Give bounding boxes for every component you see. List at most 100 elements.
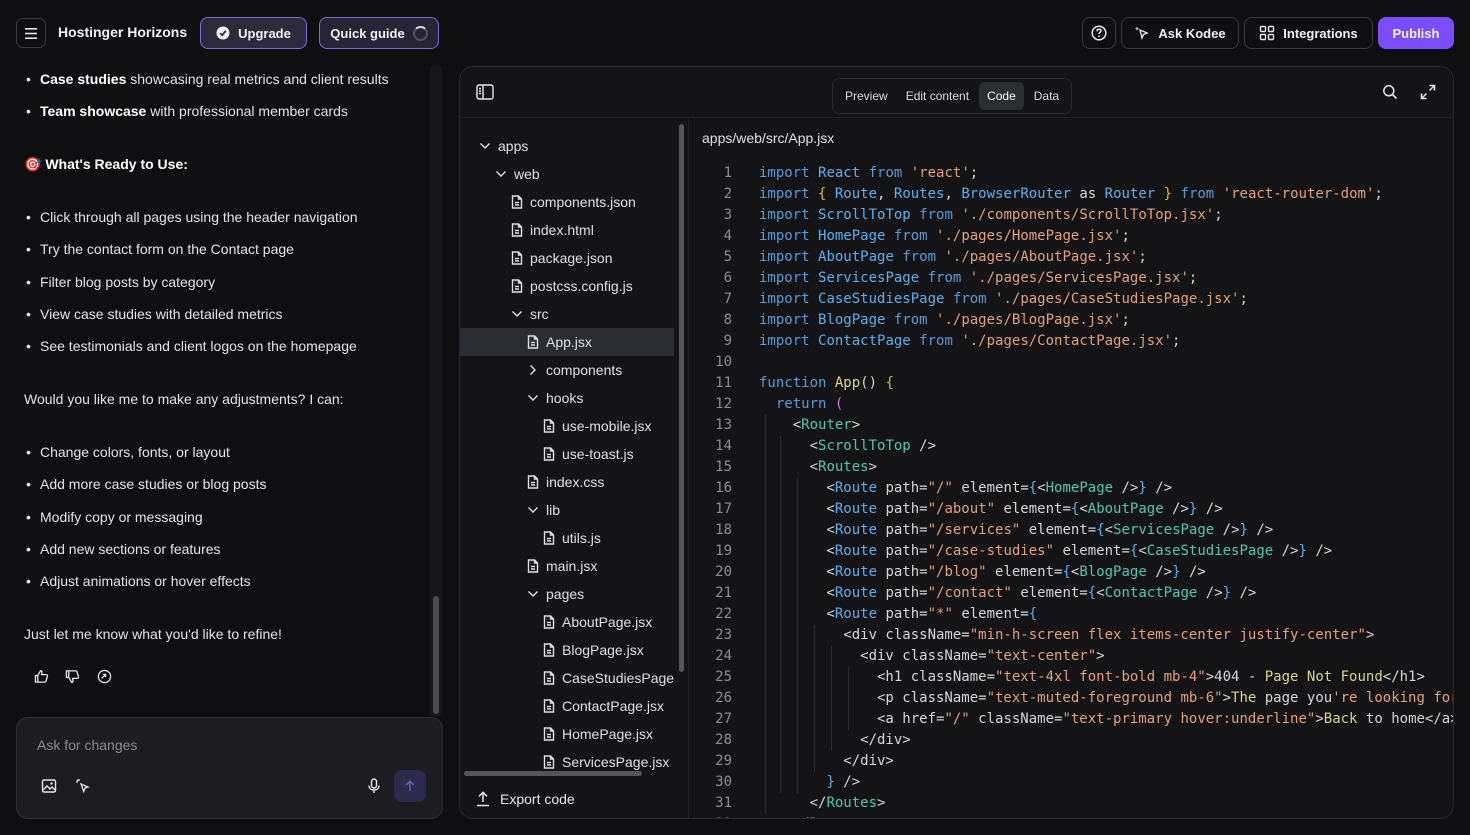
thumbs-down-button[interactable] — [62, 666, 82, 686]
thumbs-up-button[interactable] — [31, 666, 51, 686]
code-token: import — [759, 249, 819, 265]
tree-item-label: package.json — [530, 250, 613, 266]
code-token: } — [1222, 585, 1232, 601]
tree-folder-item[interactable]: hooks — [460, 384, 674, 412]
tree-folder-item[interactable]: lib — [460, 496, 674, 524]
code-text: </div> — [759, 730, 911, 751]
tab-edit-content[interactable]: Edit content — [898, 82, 977, 110]
tree-file-item[interactable]: App.jsx — [460, 328, 674, 356]
tree-file-item[interactable]: use-toast.js — [460, 440, 674, 468]
tree-file-item[interactable]: HomePage.jsx — [460, 720, 674, 748]
tree-folder-item[interactable]: apps — [460, 132, 674, 160]
tree-folder-item[interactable]: pages — [460, 580, 674, 608]
select-element-button[interactable] — [75, 778, 91, 794]
expand-button[interactable] — [1420, 84, 1436, 100]
code-editor[interactable]: 1 import React from 'react'; 2 import { Rou… — [690, 163, 1453, 818]
line-number: 7 — [723, 291, 732, 307]
sidebar-toggle-icon — [476, 84, 494, 100]
tree-vertical-scrollbar[interactable] — [679, 124, 684, 672]
code-token: import — [759, 207, 819, 223]
menu-icon — [25, 27, 37, 39]
composer-placeholder[interactable]: Ask for changes — [37, 737, 137, 753]
code-text: import ContactPage from './pages/Contact… — [759, 331, 1180, 352]
tree-file-item[interactable]: ServicesPage.jsx — [460, 748, 674, 776]
code-token: < — [1037, 480, 1046, 496]
code-token: </h1> — [1382, 669, 1425, 685]
code-token: ; — [969, 165, 979, 181]
tree-file-item[interactable]: BlogPage.jsx — [460, 636, 674, 664]
search-button[interactable] — [1382, 84, 1398, 100]
regenerate-button[interactable] — [94, 666, 114, 686]
tree-file-item[interactable]: utils.js — [460, 524, 674, 552]
search-icon — [1382, 84, 1398, 100]
tree-folder-item[interactable]: web — [460, 160, 674, 188]
tree-file-item[interactable]: package.json — [460, 244, 674, 272]
tab-code[interactable]: Code — [979, 82, 1024, 110]
menu-button[interactable] — [16, 18, 46, 48]
chevron-down-icon — [510, 307, 524, 321]
code-token: Back — [1323, 711, 1366, 727]
tree-folder-item[interactable]: components — [460, 356, 674, 384]
chat-composer[interactable]: Ask for changes — [16, 717, 443, 819]
voice-input-button[interactable] — [367, 778, 381, 794]
line-number: 16 — [715, 480, 732, 496]
code-line: 29 </div> — [690, 751, 1453, 772]
code-token: Router — [810, 816, 861, 818]
line-number: 29 — [715, 753, 732, 769]
file-icon — [542, 699, 556, 713]
code-text: import BlogPage from './pages/BlogPage.j… — [759, 310, 1130, 331]
tree-file-item[interactable]: index.html — [460, 216, 674, 244]
line-number: 13 — [715, 417, 732, 433]
chevron-down-icon — [478, 139, 492, 153]
code-token: Route — [834, 186, 878, 202]
code-token: BlogPage — [1079, 564, 1147, 580]
tree-folder-item[interactable]: src — [460, 300, 674, 328]
publish-button[interactable]: Publish — [1378, 17, 1454, 49]
code-token: > — [877, 795, 886, 811]
code-token: } — [1172, 564, 1181, 580]
line-number: 27 — [715, 711, 732, 727]
export-code-button[interactable]: Export code — [476, 791, 575, 807]
sidebar-toggle-button[interactable] — [476, 84, 494, 100]
code-token: /> — [1247, 522, 1274, 538]
tree-item-label: hooks — [546, 390, 584, 406]
code-token: import — [759, 291, 819, 307]
code-text: import AboutPage from './pages/AboutPage… — [759, 247, 1147, 268]
tab-preview[interactable]: Preview — [837, 82, 896, 110]
tree-file-item[interactable]: ContactPage.jsx — [460, 692, 674, 720]
code-token: /> — [1180, 564, 1206, 580]
tree-file-item[interactable]: AboutPage.jsx — [460, 608, 674, 636]
code-token: './pages/CaseStudiesPage.jsx' — [995, 291, 1240, 307]
ask-kodee-label: Ask Kodee — [1158, 25, 1226, 41]
tree-file-item[interactable]: components.json — [460, 188, 674, 216]
send-button[interactable] — [394, 770, 426, 802]
ask-kodee-button[interactable]: Ask Kodee — [1121, 17, 1239, 49]
line-number: 14 — [715, 438, 732, 454]
tree-file-item[interactable]: use-mobile.jsx — [460, 412, 674, 440]
code-token: <a href= — [759, 711, 945, 727]
tree-file-item[interactable]: index.css — [460, 468, 674, 496]
code-token: , — [877, 186, 894, 202]
code-token: Route — [834, 501, 886, 517]
integrations-button[interactable]: Integrations — [1244, 17, 1373, 49]
tab-data[interactable]: Data — [1026, 82, 1067, 110]
attach-image-button[interactable] — [41, 778, 57, 794]
line-number: 1 — [723, 165, 732, 181]
chat-scrollbar[interactable] — [433, 596, 439, 714]
code-line: 31 </Routes> — [690, 793, 1453, 814]
code-token: import — [759, 312, 819, 328]
code-line: 1 import React from 'react'; — [690, 163, 1453, 184]
code-token: import — [759, 228, 819, 244]
code-token: path= — [885, 606, 928, 622]
file-icon — [542, 671, 556, 685]
tree-file-item[interactable]: CaseStudiesPage — [460, 664, 674, 692]
code-token: ; — [1172, 333, 1181, 349]
code-token: ContactPage — [1104, 585, 1198, 601]
help-button[interactable] — [1082, 17, 1116, 49]
quick-guide-button[interactable]: Quick guide — [319, 17, 439, 49]
tree-file-item[interactable]: postcss.config.js — [460, 272, 674, 300]
code-token: './pages/HomePage.jsx' — [936, 228, 1122, 244]
list-item: Click through all pages using the header… — [26, 209, 358, 225]
upgrade-button[interactable]: Upgrade — [200, 17, 307, 49]
tree-file-item[interactable]: main.jsx — [460, 552, 674, 580]
